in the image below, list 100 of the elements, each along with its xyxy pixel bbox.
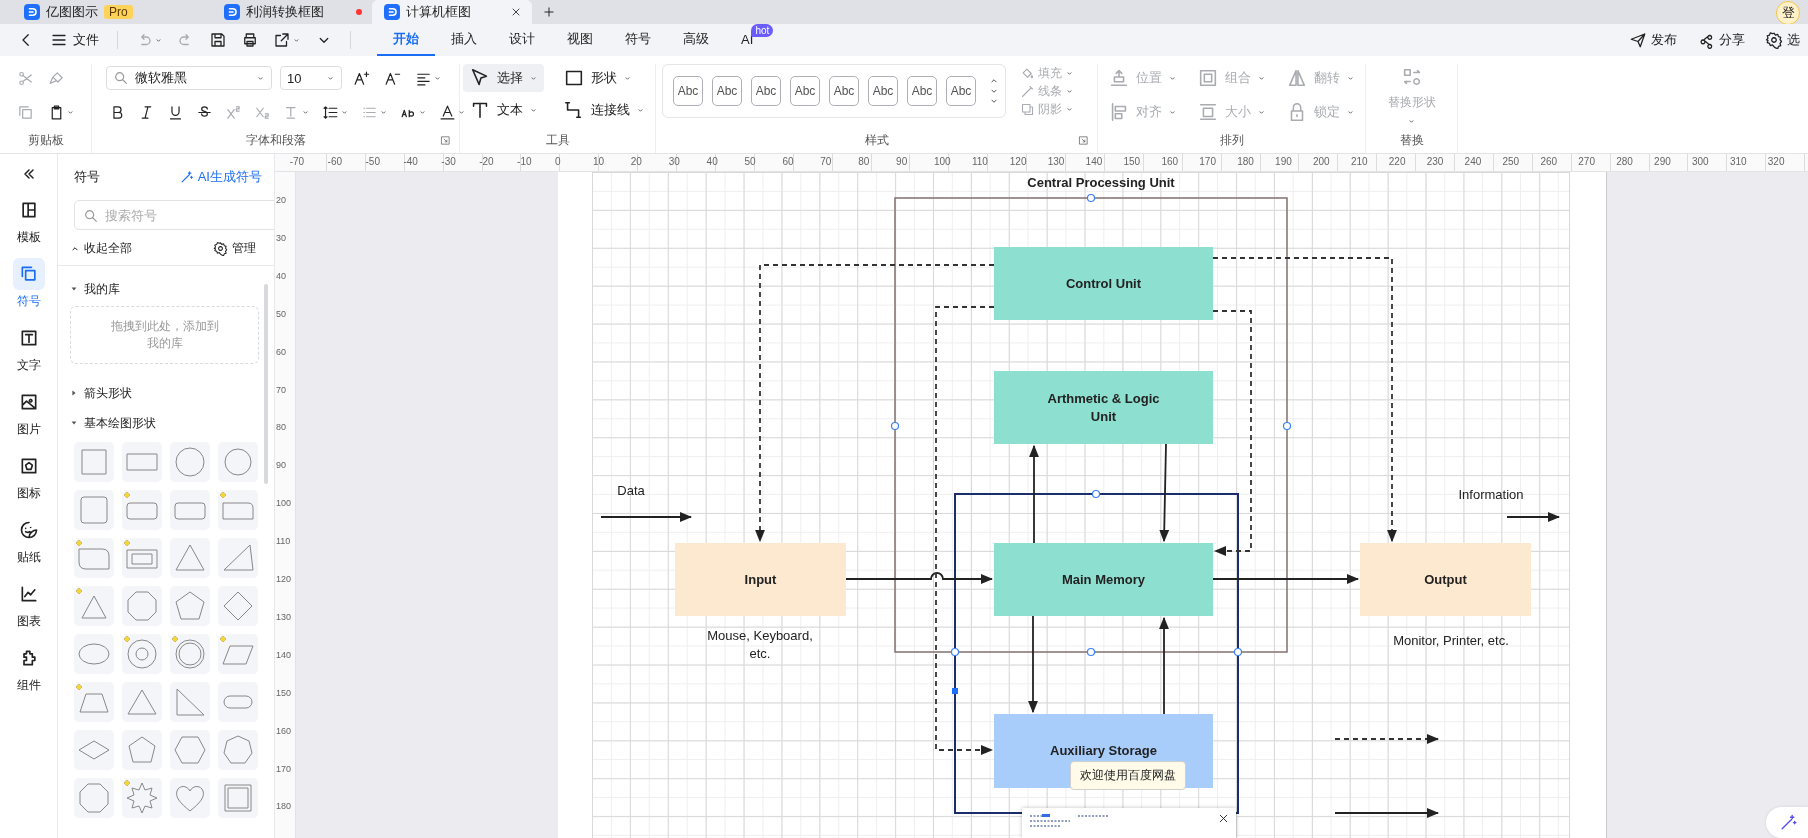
hot-badge: hot [751,24,774,37]
ruler-label: 60 [782,156,794,167]
ruler-label: 300 [1692,156,1709,167]
tooltip: 欢迎使用百度网盘 [1070,761,1186,790]
caption: Monitor, Printer, etc. [1392,632,1510,650]
ribbon-tab[interactable]: 开始 [377,24,435,56]
ruler-label: 320 [1767,156,1785,167]
ruler-label: 200 [1313,156,1330,167]
font-size-field[interactable]: 10 [280,66,342,90]
settings-button[interactable]: 选 [1757,27,1808,53]
manage-button[interactable]: 管理 [213,240,256,257]
publish-button[interactable]: 发布 [1621,27,1685,53]
ruler-label: 70 [820,156,832,167]
select-tool-button[interactable]: 选择 [462,64,544,92]
ribbon-tab[interactable]: 高级 [667,24,725,56]
file-menu[interactable]: 文件 [44,27,105,53]
ruler-label: 30 [276,232,286,243]
ruler-label: -50 [365,156,380,167]
ruler-label: 20 [630,156,642,167]
ruler-label: 40 [706,156,718,167]
style-swatch[interactable]: Abc [829,76,859,106]
ruler-label: 220 [1388,156,1406,167]
sidebar-item[interactable]: 图标 [12,450,45,514]
ruler-label: 170 [1199,156,1216,167]
sidebar-item[interactable]: 图表 [12,578,45,642]
avatar[interactable]: 登 [1776,1,1800,25]
section-header[interactable]: 箭头形状 [70,380,132,406]
document-tab[interactable]: 亿图图示 Pro [14,0,212,24]
group-label: 替换 [1399,132,1424,149]
ruler-label: 110 [971,156,988,167]
ruler-label: 160 [1161,156,1179,167]
ruler-label: 80 [276,422,286,433]
search-field[interactable]: 搜索符号 [74,200,274,230]
ruler-label: 270 [1578,156,1595,167]
ruler-label: 150 [1123,156,1141,167]
tab-title: 亿图图示 [46,3,98,21]
ribbon-tab[interactable]: 符号 [609,24,667,56]
ruler-label: 150 [276,687,292,698]
diagram-block: Control Unit [994,247,1213,320]
diagram-block: Input [675,543,846,616]
sidebar-item[interactable]: 贴纸 [12,514,45,578]
sidebar-item[interactable]: 图片 [12,386,45,450]
group-label: 字体和段落 [245,132,306,149]
ruler-label: 80 [858,156,870,167]
caption: Data [616,482,646,500]
sidebar-item[interactable]: 模板 [12,194,45,258]
sidebar-item[interactable]: 文字 [12,322,45,386]
ruler-label: 210 [1350,156,1368,167]
section-header[interactable]: 基本绘图形状 [70,410,156,436]
diagram-block: Output [1360,543,1531,616]
ruler-label: -10 [517,156,532,167]
ribbon-tab[interactable]: 设计 [493,24,551,56]
ruler-label: 160 [276,725,292,736]
connector-tool-button[interactable]: 连接线 [556,96,651,124]
style-swatch[interactable]: Abc [751,76,781,106]
ruler-label: -20 [479,156,494,167]
ruler-label: 40 [276,270,286,281]
share-button[interactable]: 分享 [1689,27,1753,53]
ruler-label: 190 [1275,156,1292,167]
caption: Mouse, Keyboard, etc. [706,627,814,663]
style-swatch[interactable]: Abc [946,76,976,106]
shape-tool-button[interactable]: 形状 [556,64,638,92]
group-label: 排列 [1219,132,1244,149]
group-label: 工具 [545,132,570,149]
sidebar-item[interactable]: 组件 [12,642,45,706]
style-swatch[interactable]: Abc [673,76,703,106]
ruler-label: 50 [744,156,756,167]
group-label: 样式 [864,132,889,149]
ruler-label: -70 [289,156,305,167]
ruler-label: 110 [276,536,291,547]
style-swatch[interactable]: Abc [790,76,820,106]
style-swatch[interactable]: Abc [712,76,742,106]
ruler-label: 170 [276,763,292,774]
ruler-label: 20 [276,195,286,205]
ruler-label: 70 [276,384,286,395]
pro-badge: Pro [104,5,133,19]
ribbon-tab[interactable]: 插入 [435,24,493,56]
font-family-field[interactable]: 微软雅黑 [106,66,272,90]
ruler-label: 140 [276,649,292,660]
tab-title: 计算机框图 [406,3,471,21]
style-swatch[interactable]: Abc [907,76,937,106]
ribbon-tab[interactable]: 视图 [551,24,609,56]
collapse-all-button[interactable]: 收起全部 [70,240,132,257]
ruler-label: 140 [1085,156,1103,167]
ruler-label: 100 [276,498,292,509]
ai-generate-link[interactable]: AI生成符号 [178,168,262,186]
document-tab[interactable]: 计算机框图 [372,0,532,24]
ruler-label: 100 [934,156,951,167]
frame-title: Central Processing Unit [1026,175,1176,190]
diagram-block: Arthmetic & Logic Unit [994,371,1213,444]
style-swatch[interactable]: Abc [868,76,898,106]
drop-hint: 拖拽到此处，添加到我的库 [109,318,220,352]
text-tool-button[interactable]: 文本 [462,96,544,124]
group-label: 剪贴板 [27,132,64,149]
ruler-label: 310 [1729,156,1747,167]
ruler-label: 90 [896,156,908,167]
document-tab[interactable]: 利润转换框图 [212,0,372,24]
ruler-label: 120 [276,574,292,584]
tab-title: 利润转换框图 [246,3,324,21]
section-header[interactable]: 我的库 [70,276,120,302]
